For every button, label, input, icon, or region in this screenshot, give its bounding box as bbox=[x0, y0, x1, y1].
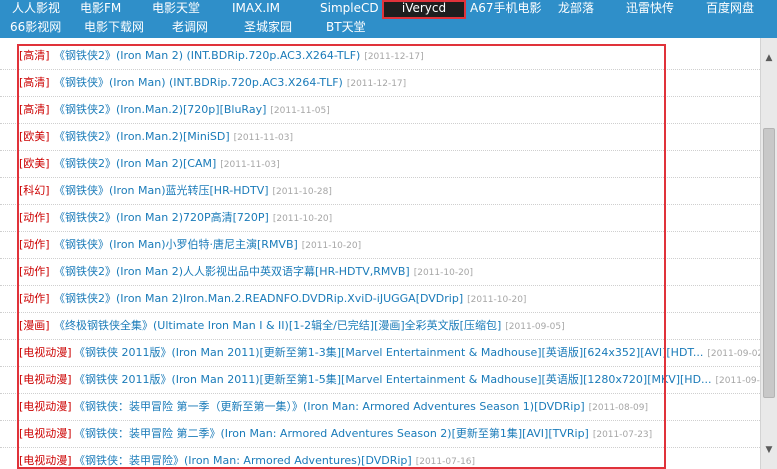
list-item[interactable]: [高清] 《钢铁侠》(Iron Man) (INT.BDRip.720p.AC3… bbox=[0, 69, 760, 97]
category-tag: [高清] bbox=[19, 103, 50, 116]
result-link[interactable]: 《钢铁侠：装甲冒险》(Iron Man: Armored Adventures)… bbox=[74, 454, 412, 467]
result-link[interactable]: 《钢铁侠2》(Iron Man 2) (INT.BDRip.720p.AC3.X… bbox=[54, 49, 360, 62]
result-date: [2011-11-03] bbox=[233, 133, 293, 143]
category-tag: [电视动漫] bbox=[19, 454, 72, 467]
nav-link-dianyingfm[interactable]: 电影FM bbox=[80, 0, 121, 19]
result-date: [2011-10-28] bbox=[272, 187, 332, 197]
result-date: [2011-09-02] bbox=[715, 376, 760, 386]
category-tag: [高清] bbox=[19, 76, 50, 89]
list-item[interactable]: [欧美] 《钢铁侠2》(Iron.Man.2)[MiniSD] [2011-11-… bbox=[0, 123, 760, 151]
category-tag: [电视动漫] bbox=[19, 427, 72, 440]
result-link[interactable]: 《终极钢铁侠全集》(Ultimate Iron Man I & II)[1-2辑… bbox=[54, 319, 501, 332]
result-date: [2011-07-23] bbox=[592, 430, 653, 440]
list-item[interactable]: [高清] 《钢铁侠2》(Iron.Man.2)[720p][BluRay] [20… bbox=[0, 96, 760, 124]
list-item[interactable]: [高清] 《钢铁侠2》(Iron Man 2) (INT.BDRip.720p.… bbox=[0, 42, 760, 70]
result-date: [2011-10-20] bbox=[413, 268, 474, 278]
nav-link-baidu[interactable]: 百度网盘 bbox=[706, 0, 754, 19]
list-item[interactable]: [动作] 《钢铁侠2》(Iron Man 2)720P高清[720P] [2011… bbox=[0, 204, 760, 232]
category-tag: [电视动漫] bbox=[19, 400, 72, 413]
list-item[interactable]: [电视动漫] 《钢铁侠：装甲冒险 第一季（更新至第一集）》(Iron Man: … bbox=[0, 393, 760, 421]
result-link[interactable]: 《钢铁侠2》(Iron Man 2)人人影视出品中英双语字幕[HR-HDTV,R… bbox=[54, 265, 410, 278]
result-date: [2011-10-20] bbox=[467, 295, 527, 305]
result-link[interactable]: 《钢铁侠2》(Iron.Man.2)[MiniSD] bbox=[54, 130, 230, 143]
nav-link-xunlei[interactable]: 迅雷快传 bbox=[626, 0, 674, 19]
list-item[interactable]: [动作] 《钢铁侠》(Iron Man)小罗伯特·唐尼主演[RMVB] [2011… bbox=[0, 231, 760, 259]
category-tag: [欧美] bbox=[19, 157, 50, 170]
nav-link-shengcheng[interactable]: 圣城家园 bbox=[244, 19, 292, 38]
nav-link-dianyingxiazai[interactable]: 电影下载网 bbox=[84, 19, 144, 38]
result-link[interactable]: 《钢铁侠：装甲冒险 第二季》(Iron Man: Armored Adventu… bbox=[74, 427, 589, 440]
category-tag: [动作] bbox=[19, 211, 50, 224]
category-tag: [电视动漫] bbox=[19, 346, 72, 359]
category-tag: [漫画] bbox=[19, 319, 50, 332]
result-date: [2011-09-02] bbox=[707, 349, 760, 359]
result-date: [2011-10-20] bbox=[301, 241, 362, 251]
list-item[interactable]: [科幻] 《钢铁侠》(Iron Man)蓝光转压[HR-HDTV] [2011-1… bbox=[0, 177, 760, 205]
result-link[interactable]: 《钢铁侠2》(Iron Man 2)720P高清[720P] bbox=[54, 211, 269, 224]
category-tag: [动作] bbox=[19, 265, 50, 278]
result-link[interactable]: 《钢铁侠2》(Iron Man 2)[CAM] bbox=[54, 157, 216, 170]
nav-link-bttiantang[interactable]: BT天堂 bbox=[326, 19, 366, 38]
result-link[interactable]: 《钢铁侠 2011版》(Iron Man 2011)[更新至第1-3集][Mar… bbox=[74, 346, 703, 359]
result-link[interactable]: 《钢铁侠2》(Iron Man 2)Iron.Man.2.READNFO.DVD… bbox=[54, 292, 463, 305]
result-link[interactable]: 《钢铁侠：装甲冒险 第一季（更新至第一集）》(Iron Man: Armored… bbox=[74, 400, 585, 413]
nav-link-dianyingtiantang[interactable]: 电影天堂 bbox=[152, 0, 200, 19]
top-navigation: 人人影视 电影FM 电影天堂 IMAX.IM SimpleCD iVerycd … bbox=[0, 0, 777, 38]
result-link[interactable]: 《钢铁侠》(Iron Man) (INT.BDRip.720p.AC3.X264… bbox=[54, 76, 343, 89]
nav-link-simplecd[interactable]: SimpleCD bbox=[320, 0, 379, 19]
result-link[interactable]: 《钢铁侠2》(Iron.Man.2)[720p][BluRay] bbox=[54, 103, 266, 116]
list-item[interactable]: [电视动漫] 《钢铁侠 2011版》(Iron Man 2011)[更新至第1-… bbox=[0, 366, 760, 394]
nav-link-a67[interactable]: A67手机电影 bbox=[470, 0, 541, 19]
result-date: [2011-09-05] bbox=[505, 322, 565, 332]
list-item[interactable]: [欧美] 《钢铁侠2》(Iron Man 2)[CAM] [2011-11-03] bbox=[0, 150, 760, 178]
results-list: [高清] 《钢铁侠2》(Iron Man 2) (INT.BDRip.720p.… bbox=[0, 38, 760, 469]
result-date: [2011-07-16] bbox=[415, 457, 476, 467]
list-item[interactable]: [漫画] 《终极钢铁侠全集》(Ultimate Iron Man I & II)… bbox=[0, 312, 760, 340]
category-tag: [科幻] bbox=[19, 184, 50, 197]
result-date: [2011-11-05] bbox=[270, 106, 330, 116]
chevron-up-icon[interactable]: ▲ bbox=[761, 50, 777, 67]
vertical-scrollbar[interactable]: ▲ ▼ bbox=[760, 38, 777, 469]
nav-row-primary: 人人影视 电影FM 电影天堂 IMAX.IM SimpleCD iVerycd … bbox=[0, 0, 777, 19]
result-link[interactable]: 《钢铁侠》(Iron Man)小罗伯特·唐尼主演[RMVB] bbox=[54, 238, 298, 251]
nav-link-imax[interactable]: IMAX.IM bbox=[232, 0, 280, 19]
category-tag: [动作] bbox=[19, 292, 50, 305]
list-item[interactable]: [电视动漫] 《钢铁侠：装甲冒险 第二季》(Iron Man: Armored … bbox=[0, 420, 760, 448]
scroll-thumb[interactable] bbox=[763, 128, 775, 398]
list-item[interactable]: [电视动漫] 《钢铁侠：装甲冒险》(Iron Man: Armored Adve… bbox=[0, 447, 760, 469]
list-item[interactable]: [电视动漫] 《钢铁侠 2011版》(Iron Man 2011)[更新至第1-… bbox=[0, 339, 760, 367]
nav-link-longbuluo[interactable]: 龙部落 bbox=[558, 0, 594, 19]
nav-link-iverycd[interactable]: iVerycd bbox=[382, 0, 466, 19]
result-link[interactable]: 《钢铁侠》(Iron Man)蓝光转压[HR-HDTV] bbox=[54, 184, 269, 197]
result-link[interactable]: 《钢铁侠 2011版》(Iron Man 2011)[更新至第1-5集][Mar… bbox=[74, 373, 712, 386]
list-item[interactable]: [动作] 《钢铁侠2》(Iron Man 2)Iron.Man.2.READNF… bbox=[0, 285, 760, 313]
nav-link-laodiao[interactable]: 老调网 bbox=[172, 19, 208, 38]
nav-link-66[interactable]: 66影视网 bbox=[10, 19, 61, 38]
list-item[interactable]: [动作] 《钢铁侠2》(Iron Man 2)人人影视出品中英双语字幕[HR-H… bbox=[0, 258, 760, 286]
category-tag: [电视动漫] bbox=[19, 373, 72, 386]
result-date: [2011-12-17] bbox=[346, 79, 407, 89]
result-date: [2011-08-09] bbox=[588, 403, 648, 413]
category-tag: [高清] bbox=[19, 49, 50, 62]
result-date: [2011-10-20] bbox=[272, 214, 333, 224]
result-date: [2011-12-17] bbox=[364, 52, 424, 62]
category-tag: [动作] bbox=[19, 238, 50, 251]
category-tag: [欧美] bbox=[19, 130, 50, 143]
chevron-down-icon[interactable]: ▼ bbox=[761, 442, 777, 459]
result-date: [2011-11-03] bbox=[220, 160, 280, 170]
nav-link-renren[interactable]: 人人影视 bbox=[12, 0, 60, 19]
nav-row-secondary: 66影视网 电影下载网 老调网 圣城家园 BT天堂 bbox=[0, 19, 777, 38]
